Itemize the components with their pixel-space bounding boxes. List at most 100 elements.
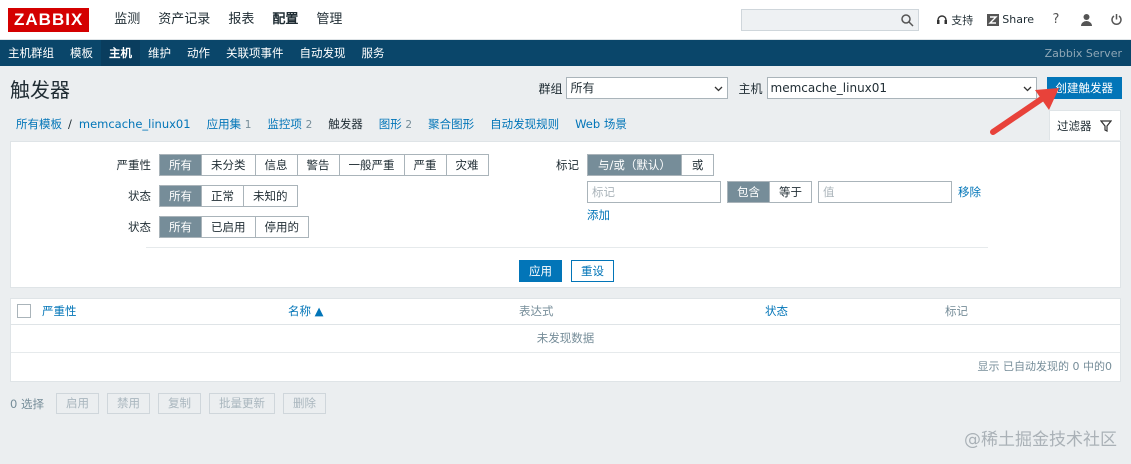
tab-items[interactable]: 监控项 2	[267, 116, 312, 132]
disable-button[interactable]: 禁用	[106, 393, 150, 414]
copy-button[interactable]: 复制	[157, 393, 201, 414]
subnav-services[interactable]: 服务	[354, 40, 393, 66]
tab-applications[interactable]: 应用集 1	[207, 116, 252, 132]
tab-web-scenarios[interactable]: Web 场景	[575, 116, 627, 132]
menu-inventory[interactable]: 资产记录	[149, 0, 219, 40]
severity-high[interactable]: 严重	[404, 155, 447, 175]
filter-tab-label: 过滤器	[1057, 118, 1092, 133]
watermark: @稀土掘金技术社区	[964, 430, 1117, 450]
col-name[interactable]: 名称 ▲	[288, 299, 324, 324]
state-filter-row: 状态 所有 正常 未知的	[101, 185, 298, 207]
menu-monitoring[interactable]: 监测	[105, 0, 149, 40]
status-all[interactable]: 所有	[160, 217, 202, 237]
group-select[interactable]: 所有	[566, 77, 729, 99]
severity-average[interactable]: 一般严重	[339, 155, 405, 175]
triggers-table: 严重性 名称 ▲ 表达式 状态 标记 未发现数据 显示 已自动发现的 0 中的0	[10, 298, 1121, 382]
tab-items-label: 监控项	[267, 117, 302, 131]
logout-power-icon[interactable]	[1101, 13, 1131, 26]
severity-information[interactable]: 信息	[255, 155, 298, 175]
severity-warning[interactable]: 警告	[297, 155, 340, 175]
status-disabled[interactable]: 停用的	[255, 217, 308, 237]
severity-label: 严重性	[116, 158, 152, 172]
reset-button[interactable]: 重设	[571, 260, 614, 282]
tag-op-contains[interactable]: 包含	[728, 182, 770, 202]
breadcrumb-all-templates[interactable]: 所有模板	[16, 116, 62, 132]
tab-items-count: 2	[305, 119, 313, 131]
filter-funnel-icon	[1099, 119, 1112, 132]
status-segment: 所有 已启用 停用的	[159, 216, 309, 238]
filter-tab[interactable]: 过滤器	[1049, 110, 1121, 140]
main-menu: 监测 资产记录 报表 配置 管理	[105, 0, 351, 40]
share-link[interactable]: Share	[980, 13, 1041, 26]
support-link[interactable]: 支持	[929, 12, 980, 28]
state-all[interactable]: 所有	[160, 186, 202, 206]
col-status[interactable]: 状态	[765, 299, 788, 324]
group-label: 群组	[538, 81, 563, 96]
severity-all[interactable]: 所有	[160, 155, 202, 175]
col-expression: 表达式	[519, 304, 554, 318]
subnav-actions[interactable]: 动作	[179, 40, 218, 66]
menu-administration[interactable]: 管理	[307, 0, 351, 40]
col-tags: 标记	[945, 304, 968, 318]
subnav-discovery[interactable]: 自动发现	[292, 40, 354, 66]
tag-value-input[interactable]: 值	[818, 181, 952, 203]
state-unknown[interactable]: 未知的	[244, 186, 297, 206]
tab-discovery-rules[interactable]: 自动发现规则	[490, 116, 559, 132]
selected-count: 0 选择	[10, 396, 44, 411]
tab-triggers[interactable]: 触发器	[328, 116, 363, 132]
host-label: 主机	[738, 81, 763, 96]
severity-filter-row: 严重性 所有 未分类 信息 警告 一般严重 严重 灾难	[101, 154, 489, 176]
filter-panel: 严重性 所有 未分类 信息 警告 一般严重 严重 灾难 状态 所有 正常 未知的…	[10, 141, 1121, 288]
status-enabled[interactable]: 已启用	[202, 217, 256, 237]
support-label: 支持	[951, 13, 974, 27]
search-icon[interactable]	[900, 13, 914, 27]
zabbix-logo[interactable]: ZABBIX	[8, 7, 90, 32]
mass-actions: 0 选择 启用 禁用 复制 批量更新 删除	[10, 393, 334, 414]
apply-button[interactable]: 应用	[519, 260, 562, 282]
no-data-row: 未发现数据	[11, 325, 1120, 353]
tags-mode-or[interactable]: 或	[681, 155, 714, 175]
delete-button[interactable]: 删除	[282, 393, 326, 414]
sub-navigation: 主机群组 模板 主机 维护 动作 关联项事件 自动发现 服务 Zabbix Se…	[0, 40, 1131, 66]
state-label: 状态	[128, 189, 151, 203]
add-tag-row: 添加	[587, 207, 610, 223]
mass-update-button[interactable]: 批量更新	[208, 393, 275, 414]
headset-icon	[937, 14, 948, 24]
tag-op-equals[interactable]: 等于	[770, 182, 811, 202]
tag-name-input[interactable]: 标记	[587, 181, 721, 203]
tab-applications-count: 1	[244, 119, 252, 131]
remove-tag-link[interactable]: 移除	[958, 184, 981, 200]
severity-segment: 所有 未分类 信息 警告 一般严重 严重 灾难	[159, 154, 489, 176]
chevron-down-icon	[715, 86, 723, 92]
state-segment: 所有 正常 未知的	[159, 185, 298, 207]
subnav-hosts[interactable]: 主机	[101, 40, 140, 66]
help-icon[interactable]: ?	[1041, 12, 1071, 27]
table-footer: 显示 已自动发现的 0 中的0	[977, 360, 1113, 373]
severity-disaster[interactable]: 灾难	[446, 155, 488, 175]
subnav-maintenance[interactable]: 维护	[140, 40, 179, 66]
tags-mode-row: 标记 与/或（默认） 或	[541, 154, 715, 176]
subnav-event-correlation[interactable]: 关联项事件	[218, 40, 292, 66]
status-filter-row: 状态 所有 已启用 停用的	[101, 216, 309, 238]
filter-divider	[146, 247, 988, 248]
tag-operator-segment: 包含 等于	[727, 181, 812, 203]
col-severity[interactable]: 严重性	[42, 299, 77, 324]
subnav-host-groups[interactable]: 主机群组	[0, 40, 62, 66]
user-profile-icon[interactable]	[1071, 13, 1101, 26]
add-tag-link[interactable]: 添加	[587, 207, 610, 223]
subnav-templates[interactable]: 模板	[62, 40, 101, 66]
severity-not-classified[interactable]: 未分类	[202, 155, 256, 175]
tab-graphs[interactable]: 图形 2	[379, 116, 412, 132]
enable-button[interactable]: 启用	[55, 393, 99, 414]
state-normal[interactable]: 正常	[202, 186, 244, 206]
share-z-icon	[987, 13, 1000, 26]
breadcrumb-host[interactable]: memcache_linux01	[79, 117, 191, 131]
select-all-checkbox[interactable]	[17, 304, 31, 318]
page-title: 触发器	[10, 77, 70, 102]
menu-configuration[interactable]: 配置	[263, 0, 307, 40]
search-input[interactable]	[742, 9, 893, 30]
status-label: 状态	[128, 220, 151, 234]
menu-reports[interactable]: 报表	[219, 0, 263, 40]
tab-screens[interactable]: 聚合图形	[428, 116, 474, 132]
tags-mode-and-or[interactable]: 与/或（默认）	[588, 155, 682, 175]
